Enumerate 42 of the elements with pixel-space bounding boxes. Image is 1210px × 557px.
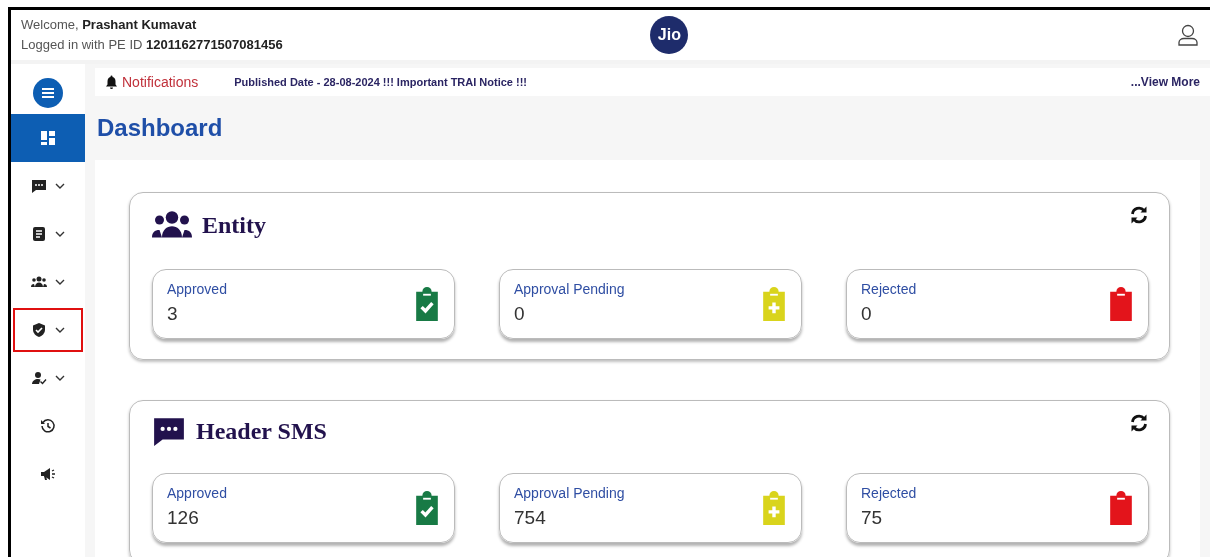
bell-icon <box>105 75 118 89</box>
logo[interactable]: Jio <box>650 16 689 54</box>
stat-label: Approval Pending <box>514 280 625 300</box>
menu-icon <box>41 87 55 99</box>
shield-check-icon <box>31 322 47 338</box>
stat-label: Rejected <box>861 280 917 300</box>
menu-button[interactable] <box>33 78 63 108</box>
history-icon <box>40 418 56 434</box>
stat-value: 3 <box>167 302 179 327</box>
stat-label: Approval Pending <box>514 484 625 504</box>
chevron-down-icon <box>55 279 65 285</box>
stat-label: Approved <box>167 484 227 504</box>
card-title: Entity <box>202 211 266 240</box>
people-icon <box>31 274 47 290</box>
chat-icon <box>31 178 47 194</box>
dashboard-icon <box>40 130 56 146</box>
page-title: Dashboard <box>97 113 224 143</box>
login-info-text: Logged in with PE ID 1201162771507081456 <box>21 36 283 54</box>
notice-text: Published Date - 28-08-2024 !!! Important TRAI Notice !!! <box>234 74 528 90</box>
chevron-down-icon <box>55 327 65 333</box>
stat-value: 0 <box>861 302 873 327</box>
stat-value: 0 <box>514 302 526 327</box>
stat-value: 754 <box>514 506 547 531</box>
notifications-label: Notifications <box>122 72 199 92</box>
stat-value: 126 <box>167 506 200 531</box>
stat-label: Approved <box>167 280 227 300</box>
chevron-down-icon <box>55 231 65 237</box>
megaphone-icon <box>40 466 56 482</box>
shield-check-nav-item[interactable] <box>11 306 85 354</box>
refresh-icon[interactable] <box>1129 205 1149 225</box>
user-icon[interactable] <box>1176 23 1200 47</box>
welcome-text: Welcome, Prashant Kumavat <box>21 16 198 34</box>
chevron-down-icon <box>55 183 65 189</box>
stat-value: 75 <box>861 506 884 531</box>
card-title: Header SMS <box>196 417 327 446</box>
user-check-icon <box>31 370 47 386</box>
view-more-link[interactable]: ...View More <box>1130 73 1200 91</box>
refresh-icon[interactable] <box>1129 413 1149 433</box>
document-icon <box>31 226 47 242</box>
stat-label: Rejected <box>861 484 917 504</box>
chevron-down-icon <box>55 375 65 381</box>
dashboard-nav-item[interactable] <box>11 114 85 162</box>
